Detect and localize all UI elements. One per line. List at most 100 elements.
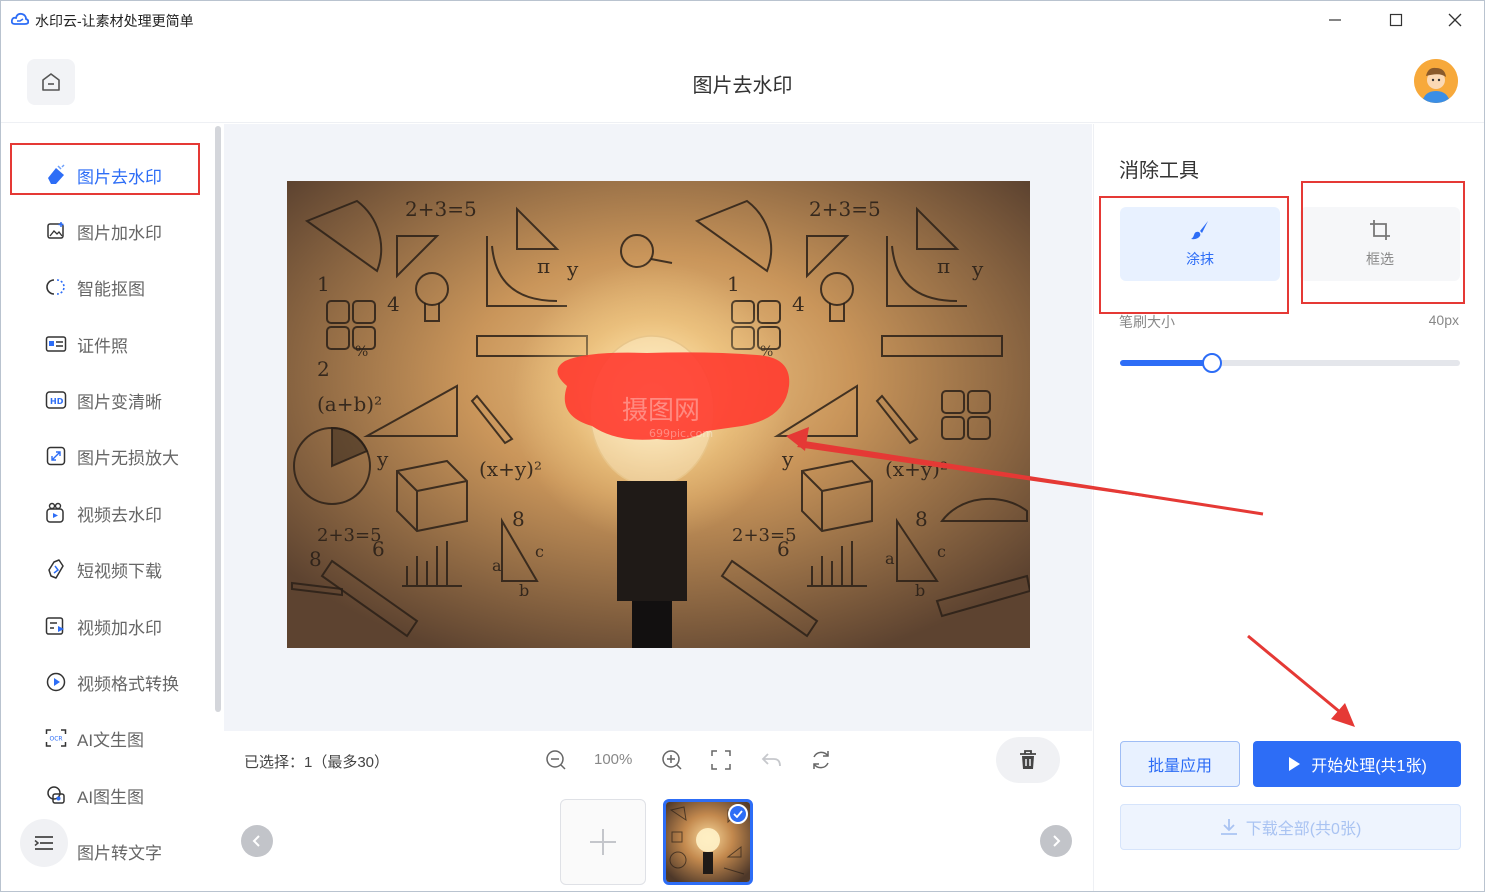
brush-size-slider[interactable] <box>1120 353 1460 373</box>
sidebar-item-label: 图片变清晰 <box>77 392 162 412</box>
photo-text: π <box>937 254 950 278</box>
photo-text: y <box>971 257 984 281</box>
box-select-mode-label: 框选 <box>1366 251 1394 267</box>
sidebar-item-label: 短视频下载 <box>77 561 162 581</box>
photo-text: 2+3=5 <box>405 197 477 221</box>
sidebar-item-id-photo[interactable]: 证件照 <box>45 330 128 358</box>
undo-button[interactable] <box>758 747 784 773</box>
editing-image[interactable]: 2+3=5 2+3=5 (a+b)² (x+y)² (x+y)² 1 1 2 4… <box>287 181 1030 648</box>
selection-count: 已选择：1（最多30） <box>244 754 390 771</box>
sidebar-item-label: 证件照 <box>77 336 128 356</box>
photo-text: 2+3=5 <box>317 525 382 546</box>
fit-screen-button[interactable] <box>708 747 734 773</box>
zoom-in-button[interactable] <box>659 747 685 773</box>
prev-image-button[interactable] <box>241 825 273 857</box>
sidebar-item-label: AI文生图 <box>77 730 145 750</box>
sidebar-item-label: 智能抠图 <box>77 279 145 299</box>
brush-size-value: 40px <box>1428 312 1459 328</box>
minimize-button[interactable] <box>1321 7 1349 33</box>
add-image-button[interactable] <box>560 799 646 885</box>
menu-button[interactable] <box>20 819 68 867</box>
avatar[interactable] <box>1414 59 1458 103</box>
sidebar-scrollbar[interactable] <box>215 126 221 712</box>
image-thumbnail[interactable] <box>663 799 753 885</box>
plus-icon <box>590 829 616 855</box>
close-button[interactable] <box>1441 7 1469 33</box>
photo-text: 2+3=5 <box>732 525 797 546</box>
sidebar-item-ai-image-image[interactable]: AI图生图 <box>45 781 144 809</box>
sidebar: 图片去水印 图片加水印 智能抠图 证件照 HD 图片变清晰 图片无损放大 视频去… <box>1 124 223 891</box>
svg-text:HD: HD <box>50 397 64 406</box>
ocr-icon: OCR <box>45 727 67 749</box>
title-bar: 水印云-让素材处理更简单 <box>1 1 1484 39</box>
photo-text: 8 <box>309 547 322 571</box>
sidebar-item-label: AI图生图 <box>77 787 145 807</box>
photo-svg: 2+3=5 2+3=5 (a+b)² (x+y)² (x+y)² 1 1 2 4… <box>287 181 1030 648</box>
photo-text: a <box>492 556 502 575</box>
menu-icon <box>34 836 53 850</box>
cloud-logo-icon <box>11 12 29 25</box>
brush-icon <box>1191 221 1208 240</box>
play-icon <box>1289 757 1301 771</box>
sidebar-item-ai-text-image[interactable]: OCR AI文生图 <box>45 724 144 752</box>
smear-mode-button[interactable]: 涂抹 <box>1120 207 1280 281</box>
photo-text: (x+y)² <box>885 457 948 481</box>
enlarge-icon <box>45 445 67 467</box>
reset-button[interactable] <box>808 747 834 773</box>
photo-text: c <box>937 542 946 561</box>
tool-panel: 消除工具 涂抹 框选 笔刷大小 40px 批量应用 开始处理(共1张) 下载全部… <box>1093 124 1484 891</box>
video-eraser-icon <box>45 502 67 524</box>
smear-mode-label: 涂抹 <box>1186 251 1214 267</box>
download-all-label: 下载全部(共0张) <box>1245 821 1362 838</box>
sidebar-item-video-remove[interactable]: 视频去水印 <box>45 499 162 527</box>
reset-icon <box>813 751 829 769</box>
sidebar-item-add-watermark[interactable]: 图片加水印 <box>45 217 162 245</box>
app-window: 水印云-让素材处理更简单 图片去水印 图片去水印 图片加水印 智能抠图 证件照 … <box>0 0 1485 892</box>
window-title: 水印云-让素材处理更简单 <box>35 13 194 29</box>
image-add-icon <box>45 220 67 242</box>
hd-icon: HD <box>45 389 67 411</box>
maximize-icon <box>1389 13 1403 27</box>
sidebar-item-cutout[interactable]: 智能抠图 <box>45 273 145 301</box>
photo-text: 8 <box>915 507 928 531</box>
photo-text: y <box>781 447 794 471</box>
download-all-button[interactable]: 下载全部(共0张) <box>1120 804 1461 850</box>
sidebar-item-video-watermark[interactable]: 视频加水印 <box>45 612 162 640</box>
photo-text: 4 <box>387 292 400 316</box>
maximize-button[interactable] <box>1382 7 1410 33</box>
watermark-text: 摄图网 <box>622 396 700 426</box>
crop-icon <box>1370 220 1390 240</box>
box-select-mode-button[interactable]: 框选 <box>1300 207 1460 281</box>
photo-text: π <box>537 254 550 278</box>
download-icon <box>1220 819 1237 835</box>
photo-text: c <box>535 542 544 561</box>
sidebar-item-label: 视频去水印 <box>77 505 162 525</box>
next-image-button[interactable] <box>1040 825 1072 857</box>
zoom-out-button[interactable] <box>543 747 569 773</box>
link-icon <box>45 558 67 580</box>
sidebar-item-upscale[interactable]: 图片无损放大 <box>45 442 179 470</box>
sidebar-item-enhance[interactable]: HD 图片变清晰 <box>45 386 162 414</box>
play-circle-icon <box>45 671 67 693</box>
panel-title: 消除工具 <box>1119 160 1199 182</box>
sidebar-item-remove-watermark[interactable]: 图片去水印 <box>45 161 162 189</box>
sidebar-item-video-download[interactable]: 短视频下载 <box>45 555 162 583</box>
start-process-button[interactable]: 开始处理(共1张) <box>1253 741 1461 787</box>
photo-text: b <box>519 581 529 600</box>
slider-knob[interactable] <box>1201 353 1222 373</box>
trash-icon <box>1020 750 1036 769</box>
id-card-icon <box>45 333 67 355</box>
photo-text: y <box>566 257 579 281</box>
eraser-icon <box>45 164 67 186</box>
minimize-icon <box>1329 19 1341 21</box>
sidebar-item-label: 图片无损放大 <box>77 448 179 468</box>
sidebar-item-video-convert[interactable]: 视频格式转换 <box>45 668 179 696</box>
photo-text: 2 <box>317 357 330 381</box>
sidebar-item-label: 视频格式转换 <box>77 674 179 694</box>
brush-size-label: 笔刷大小 <box>1119 314 1175 330</box>
sidebar-item-label: 图片加水印 <box>77 223 162 243</box>
delete-button[interactable] <box>996 737 1060 783</box>
page-title: 图片去水印 <box>692 75 793 97</box>
zoom-in-icon <box>662 750 682 770</box>
batch-apply-button[interactable]: 批量应用 <box>1120 741 1240 787</box>
